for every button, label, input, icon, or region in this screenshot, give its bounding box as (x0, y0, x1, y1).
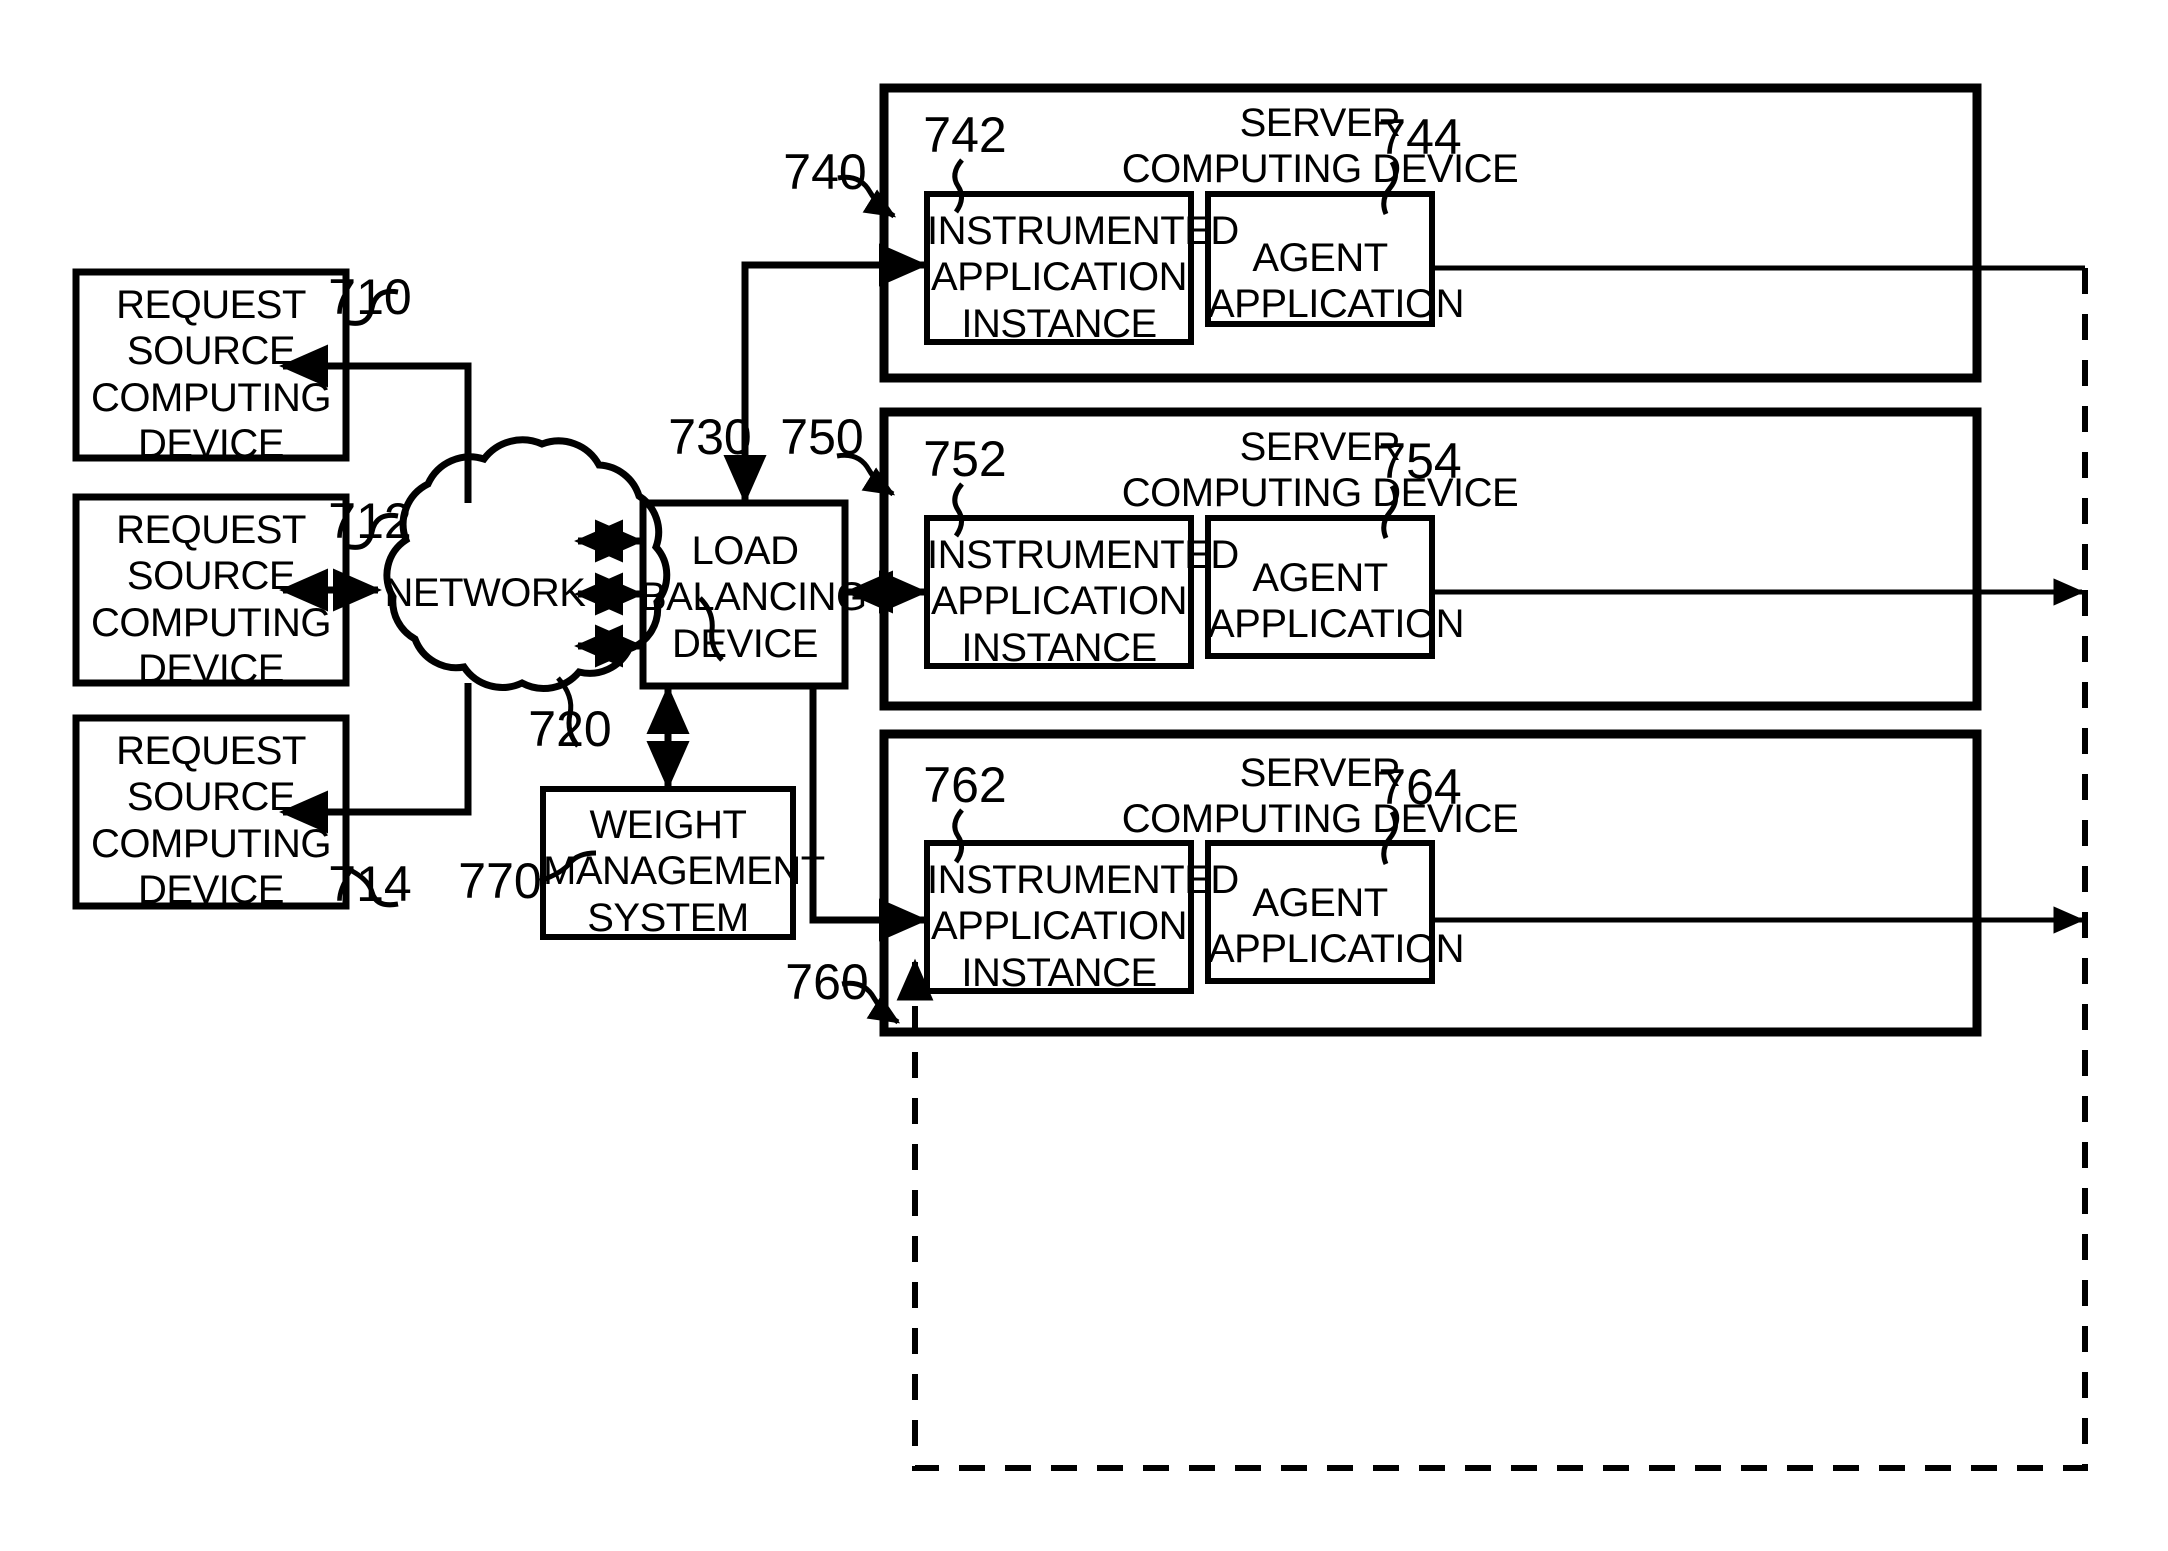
instrumented-app-label-762: INSTRUMENTED APPLICATION INSTANCE (927, 858, 1239, 995)
ref-750: 750 (780, 409, 864, 465)
ref-770: 770 (458, 853, 542, 909)
server-title-740: SERVER COMPUTING DEVICE (1121, 101, 1519, 192)
ref-740-inner: 742 (923, 107, 1007, 163)
ref-750-inner: 752 (923, 431, 1007, 487)
ref-754: 754 (1378, 433, 1462, 489)
instrumented-app-label-742: INSTRUMENTED APPLICATION INSTANCE (927, 209, 1239, 346)
network-label: NETWORK (384, 571, 586, 615)
agent-app-label-754: AGENT APPLICATION (1208, 556, 1465, 647)
lead-752 (952, 482, 964, 538)
weight-management-label: WEIGHT MANAGEMENT SYSTEM (543, 803, 825, 940)
ref-740: 740 (783, 144, 867, 200)
agent-app-label-744: AGENT APPLICATION (1208, 236, 1465, 327)
patent-figure: REQUEST SOURCE COMPUTING DEVICE 710 REQU… (0, 0, 2168, 1551)
lead-762 (952, 808, 964, 864)
ref-710: 710 (328, 269, 412, 325)
agent-app-label-764: AGENT APPLICATION (1208, 881, 1465, 972)
ref-744: 744 (1378, 109, 1462, 165)
ref-714: 714 (328, 856, 412, 912)
lead-742 (952, 158, 964, 214)
instrumented-app-label-752: INSTRUMENTED APPLICATION INSTANCE (927, 533, 1239, 670)
ref-720: 720 (528, 701, 612, 757)
ref-712: 712 (328, 493, 412, 549)
ref-760-inner: 762 (923, 757, 1007, 813)
ref-760: 760 (785, 954, 869, 1010)
server-title-750: SERVER COMPUTING DEVICE (1121, 425, 1519, 516)
network-cloud (383, 436, 671, 692)
ref-764: 764 (1378, 759, 1462, 815)
load-balancer-label: LOAD BALANCING DEVICE (640, 529, 867, 666)
server-title-760: SERVER COMPUTING DEVICE (1121, 751, 1519, 842)
